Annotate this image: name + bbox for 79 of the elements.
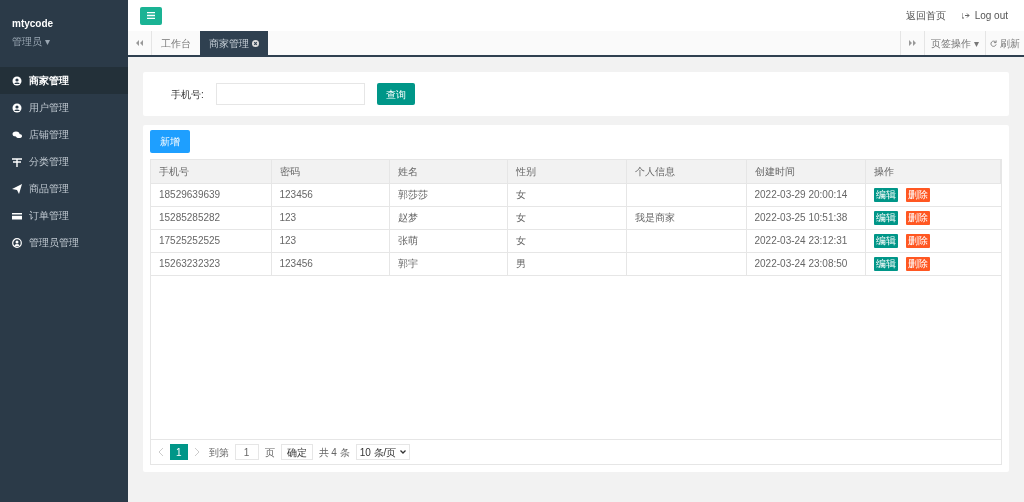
page-tab[interactable]: 工作台 xyxy=(152,31,200,55)
table-cell: 女 xyxy=(507,183,626,206)
phone-input[interactable] xyxy=(215,83,365,105)
paper-plane-icon xyxy=(12,183,22,194)
page-size-select[interactable]: 10 条/页 xyxy=(355,444,411,460)
table-cell: 赵梦 xyxy=(389,206,507,229)
table-cell: 2022-03-29 20:00:14 xyxy=(746,183,865,206)
column-header: 个人信息 xyxy=(626,160,746,183)
list-icon xyxy=(12,156,22,167)
chevron-down-icon xyxy=(400,450,407,454)
confirm-button[interactable]: 确定 xyxy=(280,444,313,460)
add-button[interactable]: 新增 xyxy=(150,130,190,153)
table-cell: 123456 xyxy=(271,252,389,275)
search-button[interactable]: 查询 xyxy=(376,83,415,105)
home-link[interactable]: 返回首页 xyxy=(905,8,946,23)
sidebar-item[interactable]: 商家管理 xyxy=(0,67,128,94)
page-number-input[interactable]: 1 xyxy=(234,444,259,460)
edit-button[interactable]: 编辑 xyxy=(873,187,898,202)
brand-name: mtycode xyxy=(12,17,55,31)
column-header: 创建时间 xyxy=(746,160,865,183)
table-cell: 郭宇 xyxy=(389,252,507,275)
edit-button[interactable]: 编辑 xyxy=(873,210,898,225)
close-icon[interactable] xyxy=(252,39,259,47)
user-icon xyxy=(12,75,22,86)
sidebar-item[interactable]: 用户管理 xyxy=(0,94,128,121)
refresh-icon xyxy=(990,39,997,47)
edit-button[interactable]: 编辑 xyxy=(873,256,898,271)
delete-button[interactable]: 删除 xyxy=(905,210,930,225)
delete-button[interactable]: 删除 xyxy=(905,233,930,248)
table-cell: 15263232323 xyxy=(151,252,271,275)
double-chevron-left-icon xyxy=(136,40,143,46)
menu-icon xyxy=(147,12,155,19)
column-header: 密码 xyxy=(271,160,389,183)
user-icon xyxy=(12,102,22,113)
previous-page-icon[interactable] xyxy=(159,448,164,456)
column-header: 操作 xyxy=(865,160,1001,183)
logout-icon xyxy=(961,12,970,19)
logout-link[interactable]: Log out xyxy=(961,8,1008,23)
delete-button[interactable]: 删除 xyxy=(905,187,930,202)
table-cell: 123456 xyxy=(271,183,389,206)
card-icon xyxy=(12,210,22,221)
table-cell: 17525252525 xyxy=(151,229,271,252)
menu-button[interactable] xyxy=(140,6,162,25)
table-cell: 女 xyxy=(507,229,626,252)
chat-icon xyxy=(12,129,22,140)
table-cell: 15285285282 xyxy=(151,206,271,229)
column-header: 性别 xyxy=(507,160,626,183)
delete-button[interactable]: 删除 xyxy=(905,256,930,271)
table-cell: 18529639639 xyxy=(151,183,271,206)
column-header: 手机号 xyxy=(151,160,271,183)
page-tab[interactable]: 商家管理 xyxy=(200,31,268,55)
sidebar-item[interactable]: 管理员管理 xyxy=(0,229,128,256)
table-cell: 张萌 xyxy=(389,229,507,252)
table-cell: 男 xyxy=(507,252,626,275)
double-chevron-right-icon xyxy=(909,40,917,46)
person-icon xyxy=(12,237,22,248)
table-cell: 2022-03-24 23:12:31 xyxy=(746,229,865,252)
phone-label: 手机号: xyxy=(171,87,204,102)
table-cell: 123 xyxy=(271,206,389,229)
sidebar-item[interactable]: 商品管理 xyxy=(0,175,128,202)
table-cell: 123 xyxy=(271,229,389,252)
page-unit-label: 页 xyxy=(264,445,275,460)
page-button[interactable]: 1 xyxy=(170,444,188,460)
tab-options-button[interactable]: 页签操作 ▾ xyxy=(924,31,985,55)
sidebar-item[interactable]: 店铺管理 xyxy=(0,121,128,148)
table-cell: 女 xyxy=(507,206,626,229)
sidebar-item[interactable]: 分类管理 xyxy=(0,148,128,175)
goto-label: 到第 xyxy=(208,445,229,460)
next-page-icon[interactable] xyxy=(193,448,199,456)
refresh-button[interactable]: 刷新 xyxy=(985,31,1024,55)
table-cell: 我是商家 xyxy=(626,206,746,229)
total-count: 共 4 条 xyxy=(318,445,350,460)
table-cell: 2022-03-25 10:51:38 xyxy=(746,206,865,229)
user-role-menu[interactable]: 管理员 ▾ xyxy=(12,34,50,49)
sidebar-item[interactable]: 订单管理 xyxy=(0,202,128,229)
table-cell: 2022-03-24 23:08:50 xyxy=(746,252,865,275)
column-header: 姓名 xyxy=(389,160,507,183)
table-cell: 郭莎莎 xyxy=(389,183,507,206)
edit-button[interactable]: 编辑 xyxy=(873,233,898,248)
